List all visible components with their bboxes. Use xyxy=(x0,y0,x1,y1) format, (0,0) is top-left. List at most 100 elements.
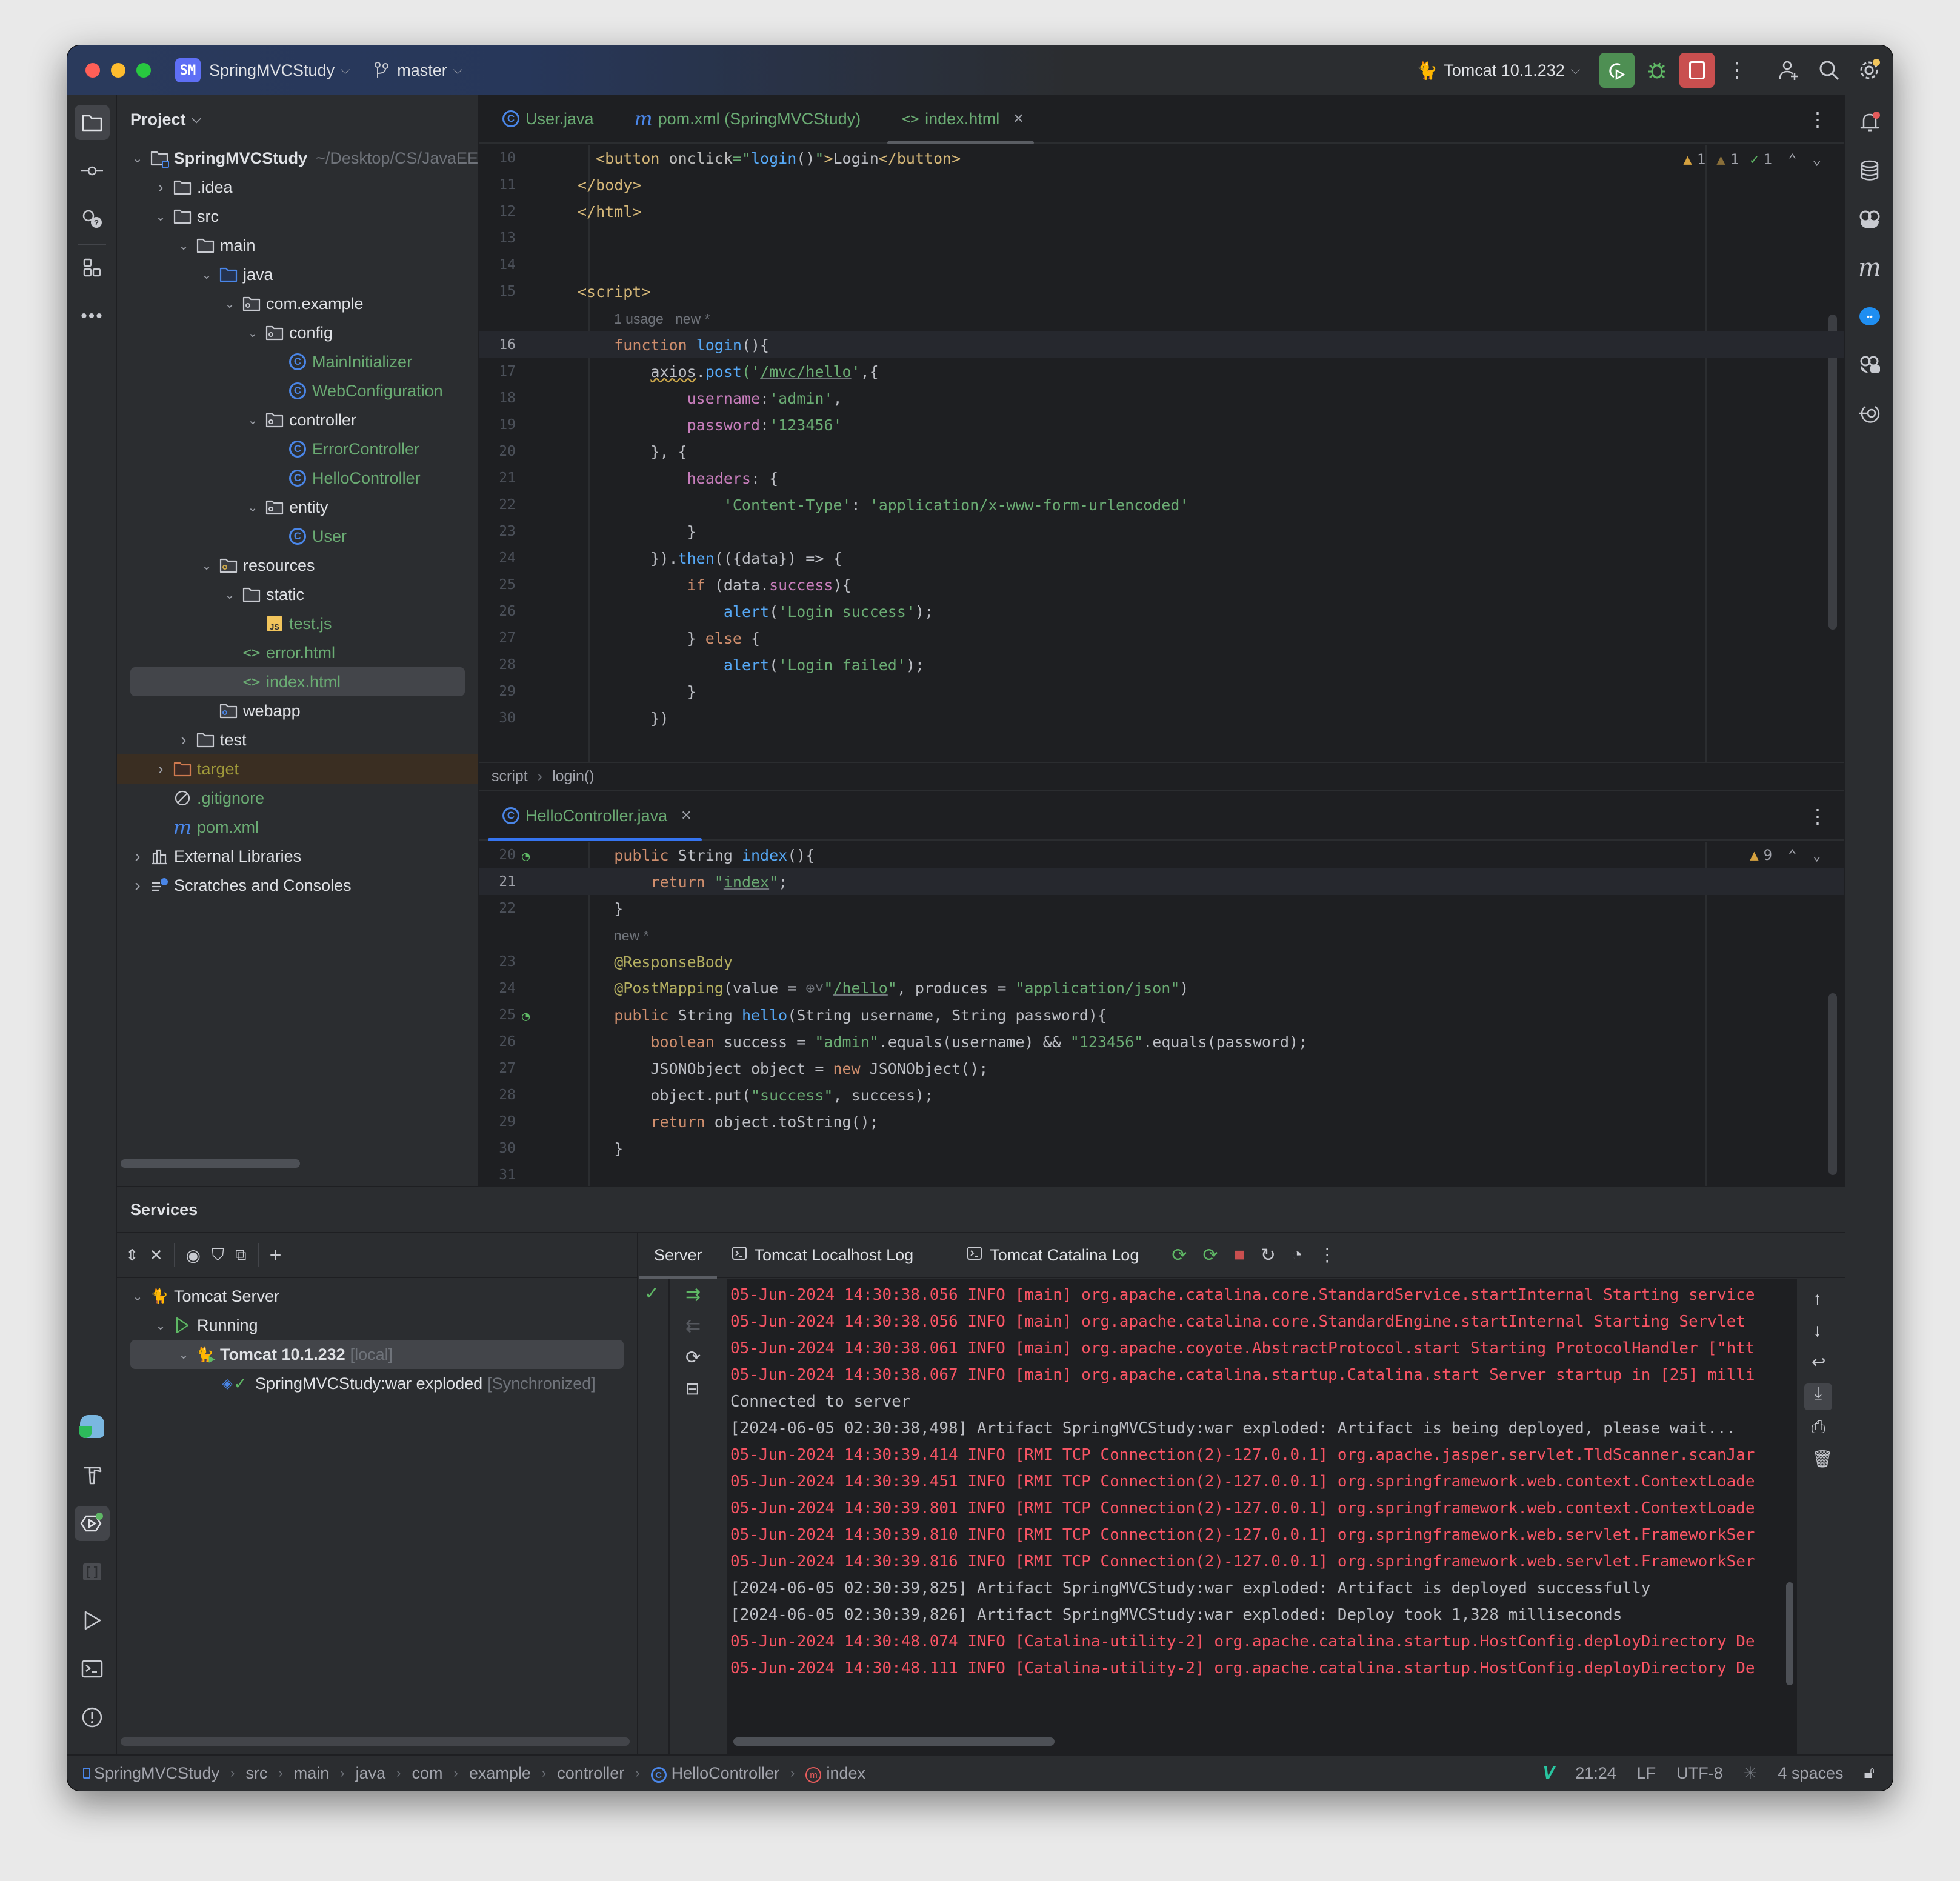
notifications-button[interactable] xyxy=(1852,105,1887,140)
tree-item[interactable]: C HelloController xyxy=(117,464,478,493)
debug-button[interactable] xyxy=(1639,53,1675,88)
collapse-all-button[interactable]: ✕ xyxy=(150,1246,163,1265)
code-line[interactable]: 29 return object.toString(); xyxy=(479,1108,1845,1135)
service-tree-item[interactable]: ⌄ 🐈 Tomcat Server xyxy=(117,1282,637,1311)
rerun-server-button[interactable]: ⟳ xyxy=(1172,1245,1187,1266)
code-line[interactable]: 26 boolean success = "admin".equals(user… xyxy=(479,1028,1845,1055)
nav-item[interactable]: main xyxy=(294,1764,330,1783)
redeploy-button[interactable]: ⇇ xyxy=(685,1316,701,1337)
nav-item[interactable]: example xyxy=(469,1764,531,1783)
breadcrumb-item[interactable]: script xyxy=(492,768,528,785)
run-tool-button[interactable] xyxy=(75,1603,110,1638)
line-number[interactable]: 21 xyxy=(479,470,516,486)
code-line[interactable]: 25 ◔ public String hello(String username,… xyxy=(479,1002,1845,1028)
chevron-right-icon[interactable]: › xyxy=(129,847,146,866)
line-number[interactable]: 18 xyxy=(479,390,516,406)
stop-server-button[interactable]: ■ xyxy=(1234,1245,1245,1266)
stop-button[interactable] xyxy=(1679,53,1715,88)
code-line[interactable]: 30 }) xyxy=(479,705,1845,731)
chevron-down-icon[interactable]: ⌄ xyxy=(198,267,215,282)
service-tree-item[interactable]: ⌄ 🐈 ▶ Tomcat 10.1.232 [local] xyxy=(130,1340,624,1369)
terminal-tool-button[interactable] xyxy=(75,1651,110,1686)
line-number[interactable]: 15 xyxy=(479,284,516,299)
tree-item[interactable]: webapp xyxy=(117,696,478,725)
code-line[interactable]: 1 usage new * xyxy=(479,305,1845,331)
line-number[interactable]: 11 xyxy=(479,177,516,193)
profiler-button[interactable]: ◔ xyxy=(1292,1245,1302,1266)
code-with-me-button[interactable] xyxy=(1772,53,1807,88)
project-horizontal-scrollbar[interactable] xyxy=(121,1159,300,1168)
tree-item[interactable]: ⌄ src xyxy=(117,202,478,231)
line-number[interactable]: 19 xyxy=(479,417,516,433)
endpoints-tool-button[interactable] xyxy=(1852,396,1887,431)
tree-item[interactable]: .gitignore xyxy=(117,784,478,813)
code-line[interactable]: 23 } xyxy=(479,518,1845,545)
nav-item[interactable]: SpringMVCStudy xyxy=(83,1764,219,1783)
line-number[interactable]: 30 xyxy=(479,710,516,726)
line-number[interactable]: 13 xyxy=(479,230,516,246)
chat-plugin-button[interactable]: •• xyxy=(1852,299,1887,334)
code-line[interactable]: 20 ◔ public String index(){ xyxy=(479,842,1845,868)
code-line[interactable]: 21 headers: { xyxy=(479,465,1845,491)
line-separator[interactable]: LF xyxy=(1637,1764,1656,1783)
line-number[interactable]: 25 xyxy=(479,577,516,593)
chevron-right-icon[interactable]: › xyxy=(129,876,146,895)
rerun-button[interactable] xyxy=(1599,53,1635,88)
tab-actions-button[interactable]: ⋮ xyxy=(1808,792,1827,841)
code-editor-index-html[interactable]: ▲ 1 ▲ 1 ✓ 1 ⌃ ⌄ 10 <button onclick="login()… xyxy=(479,145,1845,762)
add-service-button[interactable]: + xyxy=(270,1243,282,1267)
scroll-to-end-button[interactable]: ⤓ xyxy=(1804,1383,1832,1410)
line-number[interactable]: 14 xyxy=(479,257,516,273)
chevron-down-icon[interactable]: ⌄ xyxy=(175,238,192,253)
nav-item[interactable]: C HelloController xyxy=(650,1763,779,1783)
chevron-right-icon[interactable]: › xyxy=(152,178,169,197)
chevron-down-icon[interactable]: ⌄ xyxy=(244,500,261,515)
vim-plugin-icon[interactable]: V xyxy=(1542,1763,1555,1783)
chevron-down-icon[interactable]: ⌄ xyxy=(129,151,146,166)
console-output[interactable]: 05-Jun-2024 14:30:38.056 INFO [main] org… xyxy=(730,1282,1755,1682)
close-window-button[interactable] xyxy=(85,63,100,78)
chevron-down-icon[interactable]: ⌄ xyxy=(152,1318,169,1333)
editor-tab[interactable]: m pom.xml (SpringMVCStudy) xyxy=(612,95,879,143)
tree-item[interactable]: › target xyxy=(117,754,478,784)
console-tab[interactable]: Server xyxy=(639,1233,717,1279)
debug-server-button[interactable]: ⟳ xyxy=(1202,1245,1218,1266)
structure-tool-button[interactable] xyxy=(75,250,110,285)
line-number[interactable]: 26 xyxy=(479,1034,516,1050)
line-number[interactable]: 27 xyxy=(479,630,516,646)
chevron-right-icon[interactable]: › xyxy=(152,759,169,779)
line-number[interactable]: 28 xyxy=(479,1087,516,1103)
line-number[interactable]: 22 xyxy=(479,497,516,513)
line-number[interactable]: 26 xyxy=(479,604,516,619)
code-line[interactable]: 21 return "index"; xyxy=(479,868,1845,895)
gopher-plugin-button[interactable] xyxy=(75,1409,110,1444)
settings-button[interactable] xyxy=(1852,53,1887,88)
tree-item[interactable]: JS test.js xyxy=(117,609,478,638)
more-actions-button[interactable]: ⋮ xyxy=(1318,1245,1336,1266)
view-options-button[interactable]: ◉ xyxy=(186,1245,201,1265)
line-number[interactable]: 28 xyxy=(479,657,516,673)
services-horizontal-scrollbar[interactable] xyxy=(121,1737,630,1746)
project-view-selector[interactable]: Project ⌵ xyxy=(117,95,478,144)
zoom-window-button[interactable] xyxy=(136,63,151,78)
commit-tool-button[interactable] xyxy=(75,153,110,188)
chevron-down-icon[interactable]: ⌄ xyxy=(221,296,238,311)
chevron-down-icon[interactable]: ⌄ xyxy=(129,1289,146,1304)
line-number[interactable]: 25 xyxy=(479,1007,516,1023)
code-vision-hint[interactable]: new * xyxy=(578,928,649,944)
editor-tab[interactable]: C User.java xyxy=(479,95,612,143)
sync-button[interactable]: ⟳ xyxy=(685,1347,701,1368)
tree-item[interactable]: ⌄ controller xyxy=(117,405,478,434)
service-tree-item[interactable]: ◈ ✓ SpringMVCStudy:war exploded [Synchroniz… xyxy=(117,1369,637,1398)
code-line[interactable]: 19 password:'123456' xyxy=(479,411,1845,438)
code-line[interactable]: 20 }, { xyxy=(479,438,1845,465)
endpoint-icon[interactable]: ◔ xyxy=(516,1007,552,1024)
code-line[interactable]: 26 alert('Login success'); xyxy=(479,598,1845,625)
code-line[interactable]: 11 </body> xyxy=(479,171,1845,198)
code-line[interactable]: 31 xyxy=(479,1162,1845,1186)
code-line[interactable]: 18 username:'admin', xyxy=(479,385,1845,411)
caret-position[interactable]: 21:24 xyxy=(1575,1764,1616,1783)
ai-assistant-tool-button[interactable]: ? xyxy=(75,202,110,237)
copilot-chat-button[interactable] xyxy=(1852,347,1887,382)
code-line[interactable]: 28 object.put("success", success); xyxy=(479,1082,1845,1108)
